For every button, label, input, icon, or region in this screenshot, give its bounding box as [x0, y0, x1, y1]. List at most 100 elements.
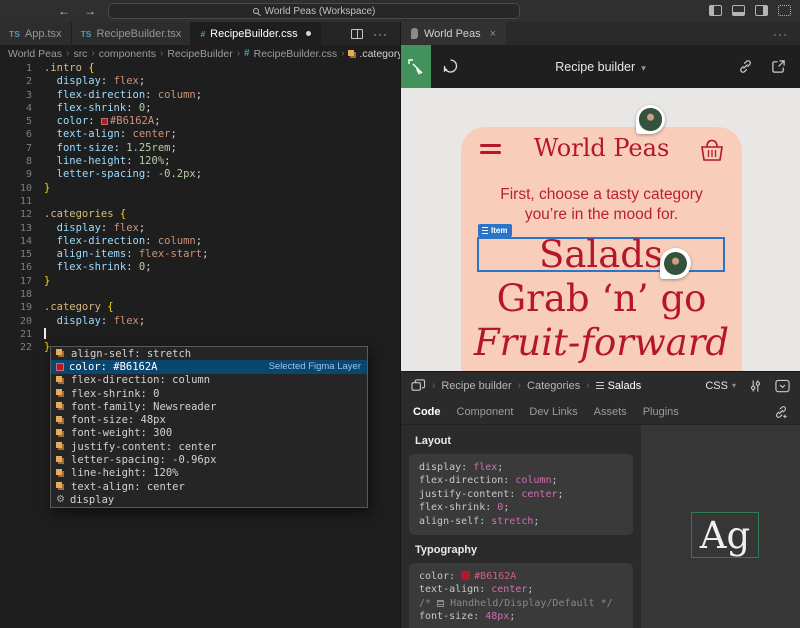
suggestion-item[interactable]: justify-content: center [51, 440, 367, 453]
basket-icon[interactable] [699, 139, 725, 162]
code-line[interactable]: 2 display: flex; [0, 75, 400, 88]
category-fruit-forward[interactable]: Fruit-forward [461, 324, 742, 361]
line-number: 10 [0, 182, 32, 195]
inspector-tab-dev-links[interactable]: Dev Links [529, 406, 577, 418]
add-dev-link-icon[interactable] [774, 405, 788, 419]
code-line[interactable]: 10} [0, 182, 400, 195]
code-line[interactable]: 8 line-height: 120%; [0, 155, 400, 168]
category-grab-n-go[interactable]: Grab ‘n’ go [461, 280, 742, 317]
suggestion-item[interactable]: text-align: center [51, 480, 367, 493]
inspector-breadcrumb-item[interactable]: Salads [596, 380, 642, 392]
suggestion-item[interactable]: flex-direction: column [51, 374, 367, 387]
code-line[interactable]: 11 [0, 195, 400, 208]
line-number: 7 [0, 142, 32, 155]
code-line[interactable]: 20 display: flex; [0, 315, 400, 328]
figma-canvas[interactable]: World Peas First, choose a tasty categor… [400, 88, 800, 371]
unsaved-dot-icon[interactable] [306, 31, 311, 36]
command-center-search[interactable]: World Peas (Workspace) [108, 3, 520, 19]
editor-tab-recipebuilder.tsx[interactable]: TS RecipeBuilder.tsx [72, 22, 192, 45]
file-type-icon: TS [81, 29, 92, 39]
breadcrumb-item[interactable]: World Peas [8, 48, 62, 60]
layers-icon[interactable] [411, 379, 426, 392]
code-line[interactable]: 6 text-align: center; [0, 128, 400, 141]
toggle-secondary-sidebar-icon[interactable] [755, 5, 768, 16]
docs-panel-icon[interactable] [775, 379, 790, 393]
code-line[interactable]: 18 [0, 288, 400, 301]
class-symbol-icon [348, 50, 354, 56]
category-salads[interactable]: Salads [539, 236, 663, 273]
suggestion-item[interactable]: align-self: stretch [51, 347, 367, 360]
code-line[interactable]: 5 color: #B6162A; [0, 115, 400, 128]
line-number: 20 [0, 315, 32, 328]
font-preview-text: Ag [700, 517, 750, 554]
suggestion-item[interactable]: letter-spacing: -0.96px [51, 453, 367, 466]
code-line[interactable]: 4 flex-shrink: 0; [0, 102, 400, 115]
inspector-tab-component[interactable]: Component [457, 406, 514, 418]
code-line[interactable]: 7 font-size: 1.25rem; [0, 142, 400, 155]
tab-label: RecipeBuilder.css [210, 28, 297, 40]
comment-tool-button[interactable] [431, 58, 469, 75]
figma-more-icon[interactable]: ··· [773, 27, 800, 41]
code-line[interactable]: 3 flex-direction: column; [0, 89, 400, 102]
more-actions-icon[interactable]: ··· [373, 29, 388, 39]
tab-label: RecipeBuilder.tsx [96, 28, 181, 40]
customize-layout-icon[interactable] [778, 5, 791, 16]
breadcrumb-item[interactable]: .category [359, 48, 402, 60]
mobile-frame[interactable]: World Peas First, choose a tasty categor… [461, 127, 742, 371]
figma-file-tab[interactable]: World Peas × [401, 22, 506, 45]
breadcrumb-item[interactable]: RecipeBuilder [167, 48, 232, 60]
autocomplete-dropdown: align-self: stretchcolor: #B6162ASelecte… [50, 346, 368, 508]
suggestion-item[interactable]: font-weight: 300 [51, 427, 367, 440]
frame-title-dropdown[interactable]: Recipe builder▾ [501, 60, 700, 74]
code-line[interactable]: 9 letter-spacing: -0.2px; [0, 168, 400, 181]
history-forward-button[interactable]: → [84, 0, 96, 22]
code-line[interactable]: 13 display: flex; [0, 222, 400, 235]
suggestion-label: font-size: 48px [71, 414, 166, 426]
inspector-code-line: font-size: 48px; [419, 610, 633, 623]
code-line[interactable]: 21 [0, 328, 400, 341]
inspector-breadcrumb-item[interactable]: Recipe builder [441, 380, 511, 392]
intro-text[interactable]: First, choose a tasty category you’re in… [461, 185, 742, 226]
history-back-button[interactable]: ← [58, 0, 70, 22]
breadcrumb-separator: › [341, 48, 344, 59]
inspector-tab-code[interactable]: Code [413, 406, 441, 418]
suggestion-item[interactable]: font-family: Newsreader [51, 400, 367, 413]
inspector-breadcrumb-item[interactable]: Categories [527, 380, 580, 392]
suggestion-item[interactable]: font-size: 48px [51, 413, 367, 426]
prop-suggestion-icon [56, 442, 62, 448]
suggestion-item[interactable]: color: #B6162ASelected Figma Layer [51, 360, 367, 373]
line-number: 21 [0, 328, 32, 341]
suggestion-item[interactable]: flex-shrink: 0 [51, 387, 367, 400]
open-external-icon[interactable] [771, 59, 786, 74]
select-tool-button[interactable] [401, 45, 431, 88]
code-editor[interactable]: 1.intro {2 display: flex;3 flex-directio… [0, 62, 400, 628]
editor-tab-recipebuilder.css[interactable]: #RecipeBuilder.css [191, 22, 320, 45]
code-line[interactable]: 15 align-items: flex-start; [0, 248, 400, 261]
inspector-tab-plugins[interactable]: Plugins [643, 406, 679, 418]
line-number: 19 [0, 301, 32, 314]
dev-mode-inspector: ›Recipe builder›Categories›Salads CSS▾ C… [400, 371, 800, 628]
code-line[interactable]: 12.categories { [0, 208, 400, 221]
language-dropdown[interactable]: CSS▾ [705, 380, 736, 392]
copy-link-icon[interactable] [738, 59, 753, 74]
close-icon[interactable]: × [490, 28, 496, 40]
inspector-tab-assets[interactable]: Assets [594, 406, 627, 418]
breadcrumb-item[interactable]: RecipeBuilder.css [254, 48, 337, 60]
toggle-panel-icon[interactable] [732, 5, 745, 16]
suggestion-item[interactable]: ⚙display [51, 493, 367, 506]
prop-suggestion-icon [56, 402, 62, 408]
code-line[interactable]: 14 flex-direction: column; [0, 235, 400, 248]
code-line[interactable]: 17} [0, 275, 400, 288]
code-line[interactable]: 16 flex-shrink: 0; [0, 261, 400, 274]
collaborator-avatar [636, 105, 665, 134]
toggle-sidebar-icon[interactable] [709, 5, 722, 16]
breadcrumb-item[interactable]: src [73, 48, 87, 60]
editor-tab-app.tsx[interactable]: TSApp.tsx [0, 22, 72, 45]
inspector-code-line: align-self: stretch; [419, 515, 633, 528]
split-editor-icon[interactable] [351, 29, 363, 39]
settings-sliders-icon[interactable] [749, 379, 762, 393]
suggestion-item[interactable]: line-height: 120% [51, 467, 367, 480]
breadcrumb-item[interactable]: components [99, 48, 156, 60]
code-line[interactable]: 1.intro { [0, 62, 400, 75]
code-line[interactable]: 19.category { [0, 301, 400, 314]
